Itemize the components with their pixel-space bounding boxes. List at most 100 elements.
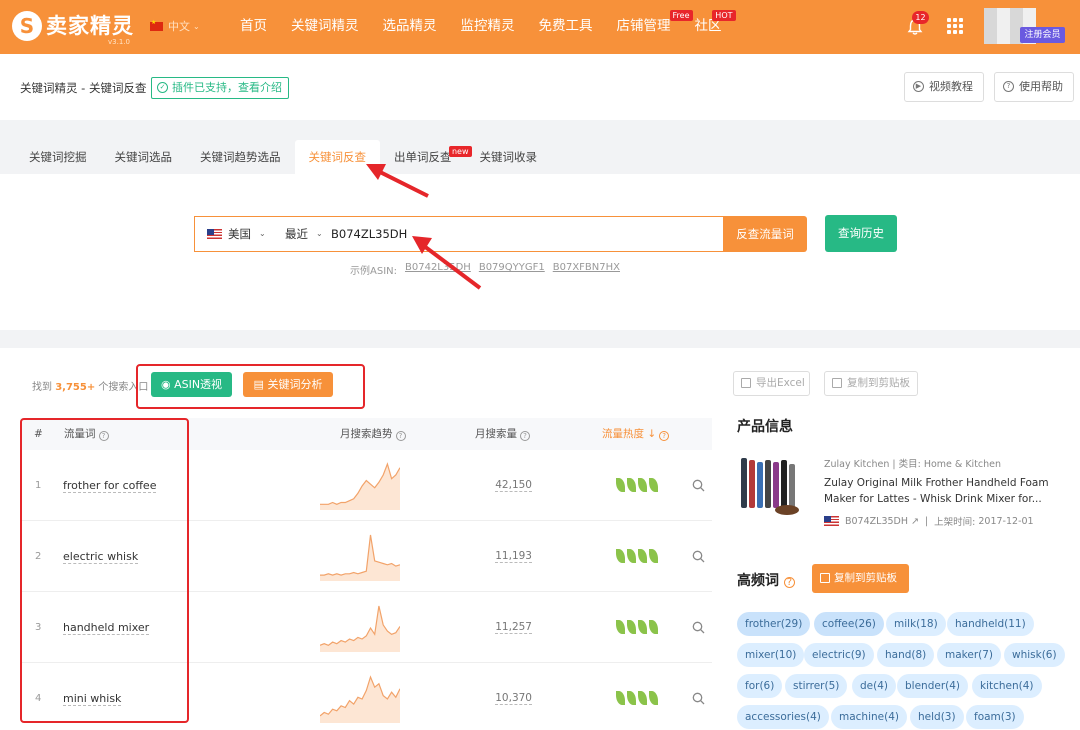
plugin-support-link[interactable]: ✓ 插件已支持，查看介绍 bbox=[151, 77, 289, 99]
asin-input[interactable] bbox=[331, 221, 701, 247]
leaf-icon bbox=[627, 478, 636, 492]
reverse-traffic-keywords-button[interactable]: 反查流量词 bbox=[723, 216, 807, 252]
word-chip[interactable]: frother(29) bbox=[737, 612, 811, 636]
high-frequency-words-title: 高频词 ? bbox=[737, 570, 795, 590]
language-selector[interactable]: 中文 ⌄ bbox=[150, 18, 200, 34]
download-icon bbox=[741, 378, 751, 388]
tab-keyword-reverse[interactable]: 关键词反查 bbox=[294, 140, 380, 174]
row-volume[interactable]: 42,150 bbox=[480, 450, 532, 521]
word-chip[interactable]: stirrer(5) bbox=[785, 674, 848, 698]
column-hotness[interactable]: 流量热度 ↓? bbox=[602, 418, 670, 450]
product-title[interactable]: Zulay Original Milk Frother Handheld Foa… bbox=[824, 475, 1064, 507]
tab-keyword-trend-product[interactable]: 关键词趋势选品 bbox=[186, 140, 295, 174]
table-row[interactable]: 1 frother for coffee 42,150 bbox=[20, 450, 712, 521]
word-chip[interactable]: mixer(10) bbox=[737, 643, 805, 667]
nav-store-management[interactable]: 店铺管理 Free bbox=[617, 0, 693, 54]
copy-high-frequency-words-button[interactable]: 复制到剪贴板 bbox=[812, 564, 909, 593]
row-index: 3 bbox=[35, 622, 42, 633]
export-excel-button[interactable]: 导出Excel bbox=[733, 371, 810, 396]
column-trend[interactable]: 月搜索趋势? bbox=[340, 418, 406, 450]
trend-sparkline bbox=[320, 462, 400, 510]
column-keyword[interactable]: 流量词? bbox=[64, 418, 109, 450]
nav-product-wizard[interactable]: 选品精灵 bbox=[383, 0, 437, 54]
leaf-icon bbox=[638, 478, 647, 492]
word-chip[interactable]: held(3) bbox=[910, 705, 964, 729]
tool-tabs: 关键词挖掘 关键词选品 关键词趋势选品 关键词反查 出单词反查 new 关键词收录 bbox=[15, 140, 551, 174]
copy-icon bbox=[820, 573, 830, 583]
help-button[interactable]: ? 使用帮助 bbox=[994, 72, 1074, 102]
nav-free-tools[interactable]: 免费工具 bbox=[539, 0, 593, 54]
word-chip[interactable]: hand(8) bbox=[877, 643, 935, 667]
asin-view-button[interactable]: ◉ ASIN透视 bbox=[151, 372, 232, 397]
product-image[interactable] bbox=[737, 452, 803, 518]
trend-sparkline bbox=[320, 605, 400, 652]
chevron-down-icon: ⌄ bbox=[259, 229, 266, 238]
copy-to-clipboard-button[interactable]: 复制到剪贴板 bbox=[824, 371, 918, 396]
chevron-down-icon: ⌄ bbox=[316, 229, 323, 238]
query-history-button[interactable]: 查询历史 bbox=[825, 215, 897, 252]
nav-keyword-wizard[interactable]: 关键词精灵 bbox=[291, 0, 359, 54]
row-keyword[interactable]: electric whisk bbox=[63, 521, 138, 592]
eye-icon: ◉ bbox=[160, 378, 171, 391]
search-icon[interactable] bbox=[692, 550, 705, 563]
nav-home[interactable]: 首页 bbox=[240, 0, 267, 54]
vip-badge-button[interactable]: 注册会员 bbox=[1020, 27, 1065, 43]
tab-keyword-index[interactable]: 关键词收录 bbox=[466, 140, 552, 174]
china-flag-icon bbox=[150, 19, 163, 31]
word-chip[interactable]: handheld(11) bbox=[947, 612, 1034, 636]
tab-order-keyword-reverse[interactable]: 出单词反查 new bbox=[380, 140, 472, 174]
word-chip[interactable]: milk(18) bbox=[886, 612, 946, 636]
trend-sparkline bbox=[320, 675, 400, 723]
nav-monitor-wizard[interactable]: 监控精灵 bbox=[461, 0, 515, 54]
word-chip[interactable]: foam(3) bbox=[966, 705, 1024, 729]
product-info-title: 产品信息 bbox=[737, 419, 793, 435]
table-row[interactable]: 4 mini whisk 10,370 bbox=[20, 663, 712, 730]
leaf-icon bbox=[616, 620, 625, 634]
row-volume[interactable]: 11,193 bbox=[480, 521, 532, 592]
word-chip[interactable]: blender(4) bbox=[897, 674, 969, 698]
leaf-icon bbox=[627, 549, 636, 563]
table-row[interactable]: 3 handheld mixer 11,257 bbox=[20, 592, 712, 663]
example-asin-link[interactable]: B0742L35DH bbox=[405, 262, 471, 277]
search-icon[interactable] bbox=[692, 479, 705, 492]
search-icon[interactable] bbox=[692, 621, 705, 634]
word-chip[interactable]: for(6) bbox=[737, 674, 783, 698]
word-chip[interactable]: coffee(26) bbox=[814, 612, 884, 636]
notification-count: 12 bbox=[912, 11, 929, 24]
column-volume[interactable]: 月搜索量? bbox=[475, 418, 530, 450]
nav-community[interactable]: 社区 HOT bbox=[695, 0, 736, 54]
word-chip[interactable]: kitchen(4) bbox=[972, 674, 1042, 698]
table-header: # 流量词? 月搜索趋势? 月搜索量? 流量热度 ↓? bbox=[20, 418, 712, 450]
word-chip[interactable]: maker(7) bbox=[937, 643, 1002, 667]
example-asin-link[interactable]: B079QYYGF1 bbox=[479, 262, 545, 277]
word-chip[interactable]: whisk(6) bbox=[1004, 643, 1065, 667]
word-chip[interactable]: electric(9) bbox=[804, 643, 874, 667]
tab-keyword-mining[interactable]: 关键词挖掘 bbox=[15, 140, 101, 174]
keyword-analysis-button[interactable]: ▤ 关键词分析 bbox=[243, 372, 333, 397]
row-keyword[interactable]: handheld mixer bbox=[63, 592, 149, 663]
leaf-icon bbox=[638, 620, 647, 634]
logo[interactable]: S 卖家精灵 v3.1.0 bbox=[12, 8, 137, 46]
video-tutorial-button[interactable]: ▶ 视频教程 bbox=[904, 72, 984, 102]
example-asin-link[interactable]: B07XFBN7HX bbox=[553, 262, 620, 277]
question-icon: ? bbox=[783, 577, 795, 588]
table-row[interactable]: 2 electric whisk 11,193 bbox=[20, 521, 712, 592]
leaf-icon bbox=[638, 691, 647, 705]
country-select[interactable]: 美国 ⌄ bbox=[207, 217, 266, 251]
question-icon: ? bbox=[1003, 81, 1014, 92]
trend-sparkline bbox=[320, 534, 400, 581]
search-icon[interactable] bbox=[692, 692, 705, 705]
word-chip[interactable]: de(4) bbox=[852, 674, 896, 698]
free-badge: Free bbox=[669, 10, 693, 21]
row-volume[interactable]: 11,257 bbox=[480, 592, 532, 663]
leaf-icon bbox=[649, 691, 658, 705]
row-keyword[interactable]: frother for coffee bbox=[63, 450, 156, 521]
example-asins: 示例ASIN: B0742L35DH B079QYYGF1 B07XFBN7HX bbox=[350, 262, 620, 277]
apps-grid-icon[interactable] bbox=[947, 18, 963, 34]
word-chip[interactable]: machine(4) bbox=[831, 705, 907, 729]
word-chip[interactable]: accessories(4) bbox=[737, 705, 829, 729]
tab-keyword-product[interactable]: 关键词选品 bbox=[101, 140, 187, 174]
row-keyword[interactable]: mini whisk bbox=[63, 663, 121, 730]
period-select[interactable]: 最近 ⌄ bbox=[285, 217, 323, 251]
row-volume[interactable]: 10,370 bbox=[480, 663, 532, 730]
